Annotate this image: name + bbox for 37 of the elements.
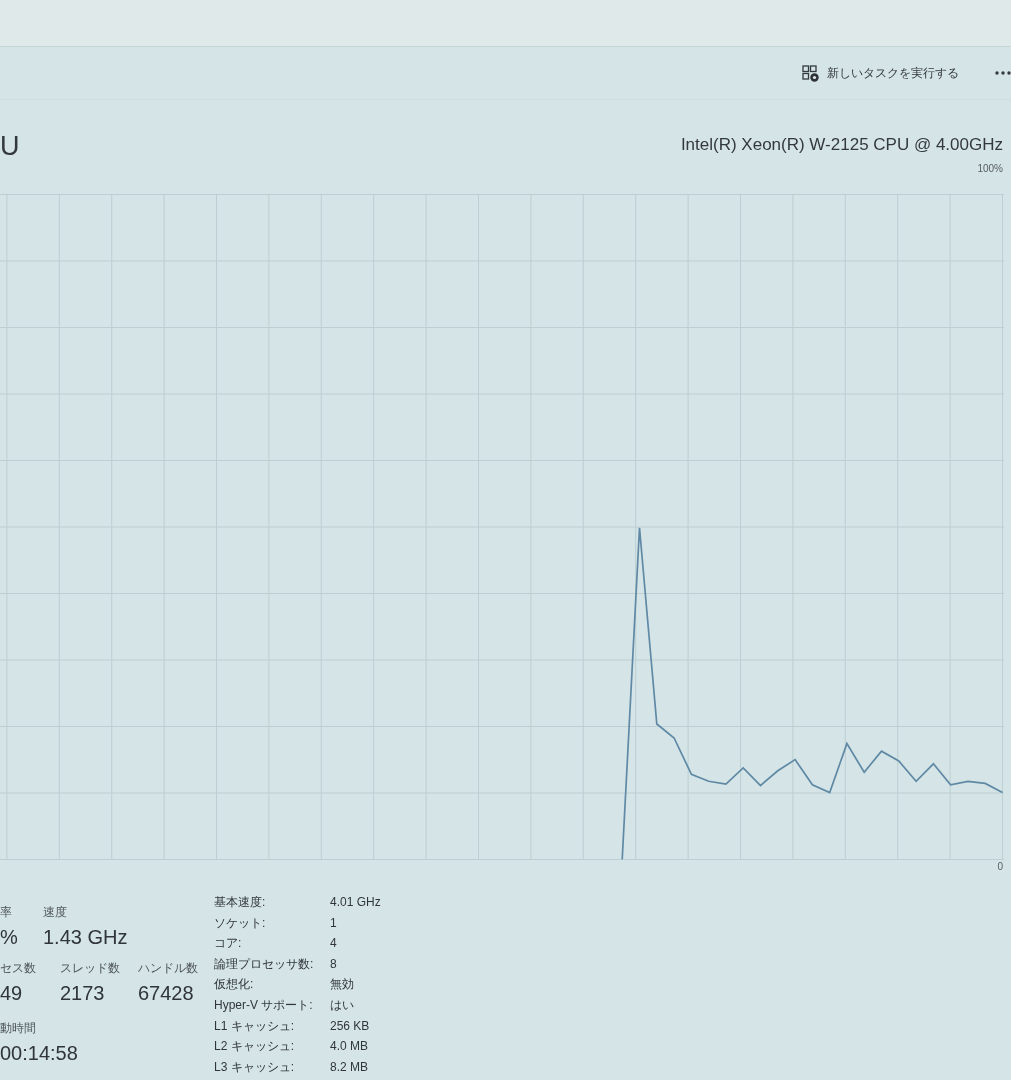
stat-label: スレッド数 — [60, 960, 121, 976]
detail-label: 仮想化: — [214, 976, 255, 994]
stat-label: 率 — [0, 904, 13, 920]
run-task-button[interactable]: 新しいタスクを実行する — [798, 62, 963, 84]
detail-label: L1 キャッシュ: — [214, 1017, 295, 1035]
window-grid-plus-icon — [802, 64, 819, 82]
detail-value: 256 KB — [330, 1017, 371, 1035]
stat-label: 動時間 — [0, 1020, 37, 1036]
detail-value: 4.0 MB — [330, 1038, 369, 1056]
detail-value: 8 — [330, 955, 338, 973]
stat-value: 49 — [0, 981, 24, 1006]
axis-tick-label: 100% — [977, 162, 1003, 174]
detail-label: L3 キャッシュ: — [214, 1058, 295, 1076]
stat-label: セス数 — [0, 960, 37, 976]
detail-label: ソケット: — [214, 914, 267, 932]
detail-label: L2 キャッシュ: — [214, 1038, 295, 1056]
detail-label: 基本速度: — [214, 894, 267, 911]
stat-label: 速度 — [43, 904, 68, 920]
detail-value: 8.2 MB — [330, 1058, 369, 1076]
page-title: U — [0, 130, 20, 162]
stat-value: 1.43 GHz — [43, 925, 128, 950]
detail-value: 1 — [330, 914, 338, 932]
more-options-icon[interactable] — [995, 71, 1011, 75]
cpu-model-name: Intel(R) Xeon(R) W-2125 CPU @ 4.00GHz — [680, 134, 1003, 156]
detail-value: 4 — [330, 935, 338, 953]
stat-label: ハンドル数 — [138, 960, 198, 976]
stat-value: 2173 — [60, 981, 106, 1006]
stat-value: % — [0, 925, 19, 950]
detail-value: 無効 — [330, 976, 355, 994]
detail-value: はい — [330, 996, 355, 1014]
axis-tick-label: 0 — [997, 861, 1003, 872]
detail-label: Hyper-V サポート: — [214, 996, 314, 1014]
detail-value: 4.01 GHz — [330, 894, 381, 911]
stat-value: 00:14:58 — [0, 1041, 78, 1066]
detail-label: コア: — [214, 935, 243, 953]
detail-label: 論理プロセッサ数: — [214, 955, 315, 973]
stat-value: 67428 — [138, 981, 195, 1006]
